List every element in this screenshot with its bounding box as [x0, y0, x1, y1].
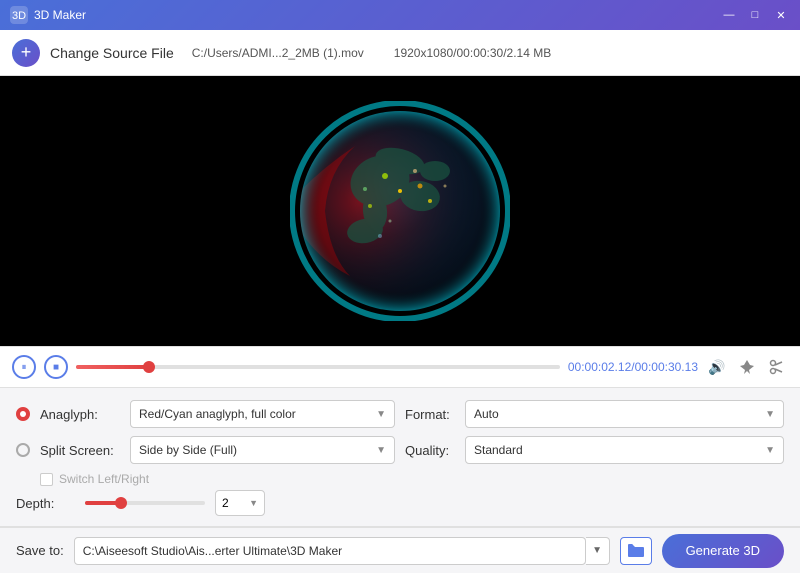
video-preview — [0, 76, 800, 346]
depth-row: Depth: 2 ▼ — [16, 490, 784, 516]
time-display: 00:00:02.12/00:00:30.13 — [568, 360, 698, 374]
stop-button[interactable]: ■ — [44, 355, 68, 379]
progress-bar[interactable] — [76, 365, 560, 369]
save-path-dropdown-btn[interactable]: ▼ — [586, 537, 610, 565]
depth-slider[interactable] — [85, 501, 205, 505]
anaglyph-value: Red/Cyan anaglyph, full color — [139, 407, 296, 421]
depth-label: Depth: — [16, 496, 71, 511]
save-path-display: C:\Aiseesoft Studio\Ais...erter Ultimate… — [74, 537, 586, 565]
switch-label: Switch Left/Right — [59, 472, 149, 486]
close-button[interactable]: ✕ — [772, 6, 790, 24]
quality-value: Standard — [474, 443, 523, 457]
volume-icon: 🔊 — [708, 359, 725, 376]
scissors-icon — [769, 359, 785, 375]
minimize-button[interactable]: — — [720, 6, 738, 24]
save-label: Save to: — [16, 543, 64, 558]
anaglyph-row: Anaglyph: Red/Cyan anaglyph, full color … — [16, 400, 784, 428]
file-path: C:/Users/ADMI...2_2MB (1).mov — [192, 46, 364, 60]
split-screen-section: Split Screen: Side by Side (Full) ▼ — [16, 436, 395, 464]
toolbar: + Change Source File C:/Users/ADMI...2_2… — [0, 30, 800, 76]
save-dropdown-arrow: ▼ — [592, 545, 602, 556]
split-screen-label: Split Screen: — [40, 443, 120, 458]
progress-thumb[interactable] — [143, 361, 155, 373]
file-info: 1920x1080/00:00:30/2.14 MB — [394, 46, 551, 60]
format-dropdown-arrow: ▼ — [765, 409, 775, 420]
anaglyph-section: Anaglyph: Red/Cyan anaglyph, full color … — [16, 400, 395, 428]
playback-controls: ⏸ ■ 00:00:02.12/00:00:30.13 🔊 — [0, 346, 800, 388]
split-screen-row: Split Screen: Side by Side (Full) ▼ Qual… — [16, 436, 784, 464]
split-screen-dropdown[interactable]: Side by Side (Full) ▼ — [130, 436, 395, 464]
quality-dropdown[interactable]: Standard ▼ — [465, 436, 784, 464]
globe-visual — [290, 101, 510, 321]
folder-browse-button[interactable] — [620, 537, 652, 565]
anaglyph-dropdown-arrow: ▼ — [376, 409, 386, 420]
anaglyph-radio[interactable] — [16, 407, 30, 421]
format-value: Auto — [474, 407, 499, 421]
format-section: Format: Auto ▼ — [405, 400, 784, 428]
generate-3d-button[interactable]: Generate 3D — [662, 534, 784, 568]
format-dropdown[interactable]: Auto ▼ — [465, 400, 784, 428]
split-dropdown-arrow: ▼ — [376, 445, 386, 456]
progress-fill — [76, 365, 149, 369]
add-source-button[interactable]: + — [12, 39, 40, 67]
switch-checkbox-area: Switch Left/Right — [16, 472, 149, 486]
quality-section: Quality: Standard ▼ — [405, 436, 784, 464]
anaglyph-dropdown[interactable]: Red/Cyan anaglyph, full color ▼ — [130, 400, 395, 428]
switch-checkbox[interactable] — [40, 473, 53, 486]
quality-label: Quality: — [405, 443, 455, 458]
pin-icon — [739, 359, 755, 375]
switch-depth-row: Switch Left/Right — [16, 472, 784, 486]
split-screen-radio[interactable] — [16, 443, 30, 457]
save-bar: Save to: C:\Aiseesoft Studio\Ais...erter… — [0, 527, 800, 573]
scissors-button[interactable] — [766, 356, 788, 378]
maximize-button[interactable]: □ — [746, 6, 764, 24]
split-screen-value: Side by Side (Full) — [139, 443, 237, 457]
anaglyph-label: Anaglyph: — [40, 407, 120, 422]
pause-button[interactable]: ⏸ — [12, 355, 36, 379]
window-title: 3D Maker — [34, 8, 720, 22]
volume-button[interactable]: 🔊 — [706, 356, 728, 378]
folder-icon — [627, 543, 645, 558]
stop-icon: ■ — [53, 362, 59, 373]
format-label: Format: — [405, 407, 455, 422]
change-source-label: Change Source File — [50, 45, 174, 61]
svg-text:3D: 3D — [12, 10, 26, 22]
window-controls: — □ ✕ — [720, 6, 790, 24]
pause-icon: ⏸ — [22, 362, 27, 373]
app-icon: 3D — [10, 6, 28, 24]
depth-thumb[interactable] — [115, 497, 127, 509]
depth-value-dropdown[interactable]: 2 ▼ — [215, 490, 265, 516]
settings-panel: Anaglyph: Red/Cyan anaglyph, full color … — [0, 388, 800, 527]
pin-button[interactable] — [736, 356, 758, 378]
title-bar: 3D 3D Maker — □ ✕ — [0, 0, 800, 30]
quality-dropdown-arrow: ▼ — [765, 445, 775, 456]
save-path-container: C:\Aiseesoft Studio\Ais...erter Ultimate… — [74, 537, 610, 565]
